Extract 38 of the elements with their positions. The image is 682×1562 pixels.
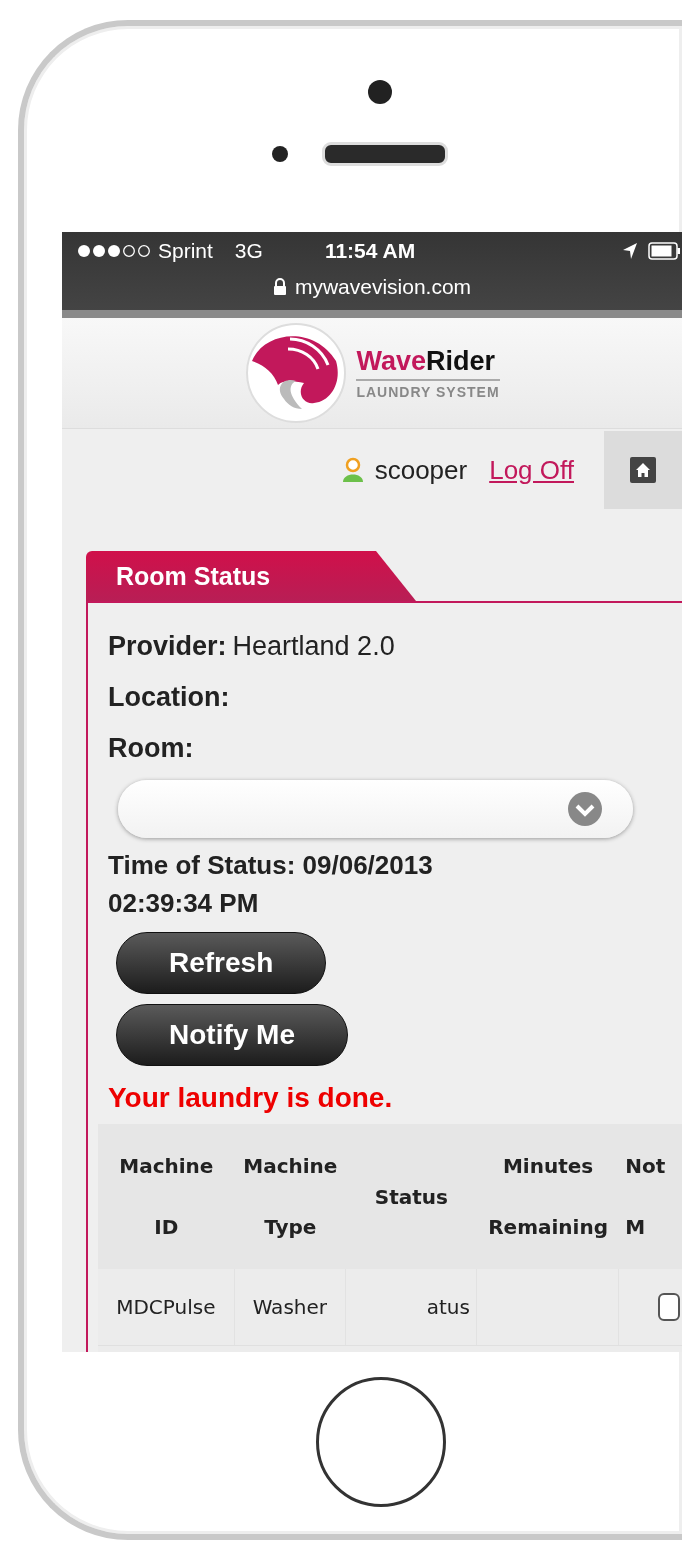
- brand-tagline: LAUNDRY SYSTEM: [356, 384, 500, 400]
- status-time: Time of Status: 09/06/2013 02:39:34 PM: [108, 849, 434, 920]
- lock-icon: [272, 278, 287, 296]
- column-header: M: [625, 1214, 646, 1239]
- signal-icon: [76, 243, 152, 259]
- column-header: Machine: [243, 1154, 338, 1179]
- column-header: Remaining: [488, 1214, 608, 1239]
- location-arrow-icon: [622, 242, 638, 260]
- column-header: Status: [374, 1184, 448, 1209]
- chevron-down-icon: [567, 791, 603, 827]
- log-off-link[interactable]: Log Off: [489, 454, 574, 486]
- column-header: Minutes: [502, 1154, 594, 1179]
- refresh-button[interactable]: Refresh: [116, 932, 327, 994]
- speaker-icon: [322, 142, 448, 166]
- field-label: Room:: [108, 732, 195, 765]
- column-header: Not: [625, 1154, 666, 1179]
- notify-button[interactable]: Notify Me: [116, 1004, 348, 1066]
- room-dropdown[interactable]: [118, 780, 633, 838]
- column-header: ID: [154, 1214, 179, 1239]
- carrier-name: Sprint: [158, 239, 213, 263]
- home-icon: [630, 457, 656, 483]
- clock-time: 11:54 AM: [324, 239, 416, 263]
- status-message: Your laundry is done.: [108, 1082, 394, 1114]
- username: scooper: [374, 454, 468, 486]
- camera-icon: [368, 80, 392, 104]
- field-label: Location:: [108, 681, 231, 714]
- notify-checkbox[interactable]: [658, 1293, 680, 1321]
- page-url[interactable]: mywavevision.com: [294, 275, 472, 299]
- battery-icon: [648, 242, 680, 260]
- column-header: Type: [264, 1214, 317, 1239]
- sensor-icon: [272, 146, 288, 162]
- brand-name: WaveRider: [356, 346, 500, 381]
- user-icon: [340, 457, 365, 483]
- field-text: Provider: Heartland 2.0: [108, 630, 396, 663]
- home-button[interactable]: [604, 431, 682, 509]
- network-type: 3G: [234, 239, 263, 263]
- column-header: Machine: [119, 1154, 214, 1179]
- wave-logo-icon: [244, 321, 349, 425]
